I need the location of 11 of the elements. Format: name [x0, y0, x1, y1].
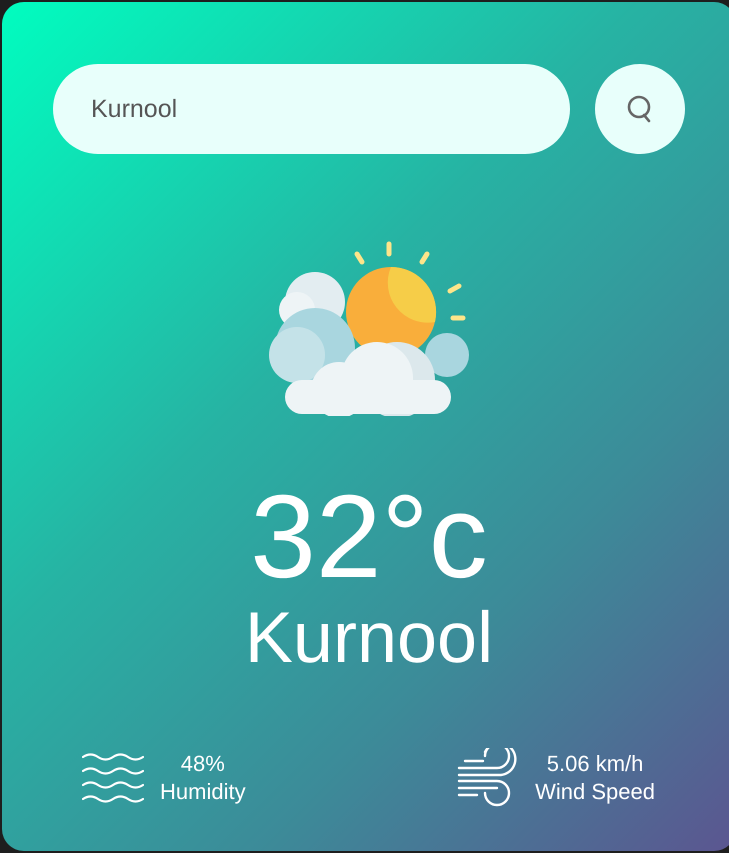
search-icon	[627, 95, 653, 123]
search-field[interactable]: Kurnool	[53, 64, 570, 154]
wind-icon	[457, 748, 520, 808]
temperature-text: 32°c	[250, 478, 488, 596]
humidity-label: Humidity	[160, 778, 246, 806]
wind-label: Wind Speed	[535, 778, 655, 806]
city-name: Kurnool	[244, 602, 494, 674]
wind-value: 5.06 km/h	[546, 750, 644, 778]
waves-icon	[82, 751, 144, 805]
sun-behind-clouds-icon	[267, 240, 471, 416]
humidity-value: 48%	[180, 750, 225, 778]
